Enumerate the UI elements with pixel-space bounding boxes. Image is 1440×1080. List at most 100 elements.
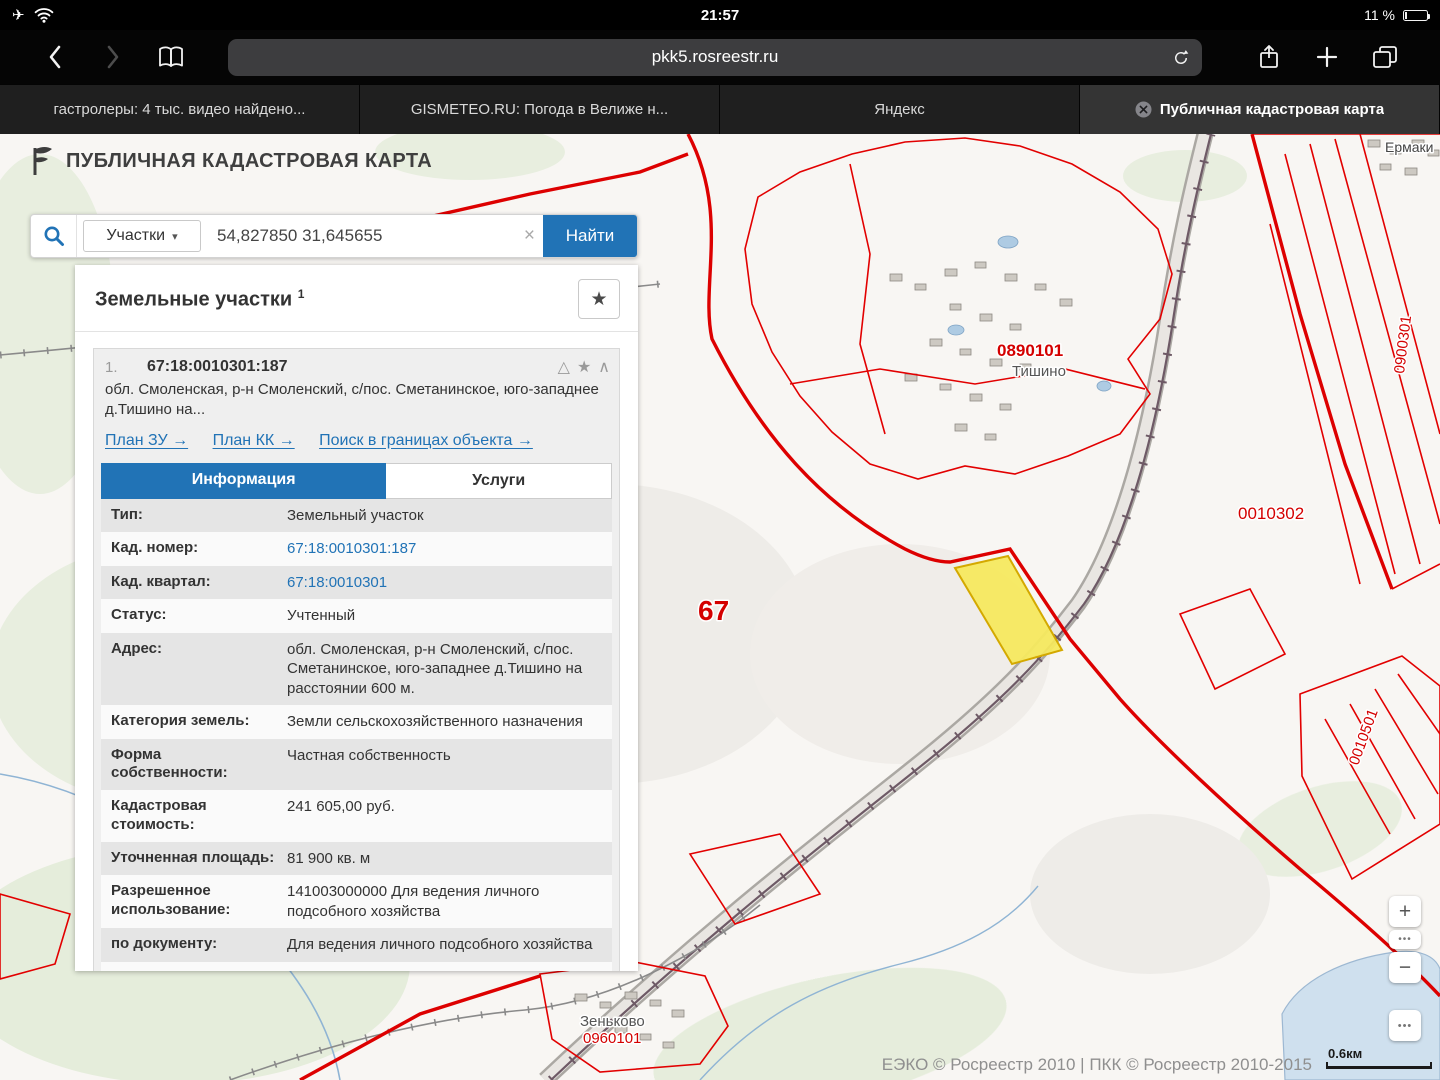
result-card-head: 1. 67:18:0010301:187 △ ★ ∧	[101, 357, 612, 377]
results-header: Земельные участки 1 ★	[75, 265, 638, 332]
plan-zu-link[interactable]: План ЗУ →	[105, 432, 188, 449]
app-title: ПУБЛИЧНАЯ КАДАСТРОВАЯ КАРТА	[66, 150, 432, 173]
tab-gastrolery[interactable]: гастролеры: 4 тыс. видео найдено...	[0, 84, 360, 134]
cad-quarter-link[interactable]: 67:18:0010301	[283, 566, 612, 600]
info-value: Учтенный	[283, 599, 612, 633]
share-icon	[1258, 44, 1280, 70]
map-label-quarter-0890101: 0890101	[997, 341, 1063, 360]
result-links: План ЗУ → План КК → Поиск в границах объ…	[101, 421, 612, 463]
map-label-village-zenkovo: Зеньково	[580, 1013, 645, 1030]
airplane-mode-icon: ✈	[12, 8, 25, 23]
map-tools-button[interactable]: •••	[1389, 1010, 1421, 1041]
tab-yandex[interactable]: Яндекс	[720, 84, 1080, 134]
info-row-area: Уточненная площадь: 81 900 кв. м	[101, 842, 612, 876]
results-title: Земельные участки 1	[95, 287, 304, 312]
tabs-button[interactable]	[1356, 37, 1414, 77]
info-label: Тип:	[101, 499, 283, 533]
tabs-icon	[1372, 45, 1398, 69]
results-count: 1	[298, 287, 305, 301]
info-value: 241 605,00 руб.	[283, 790, 612, 842]
search-within-object-link[interactable]: Поиск в границах объекта →	[319, 432, 533, 449]
page-content: 0890101 Тишино 0010302 67 0900301 001050…	[0, 134, 1440, 1080]
warning-triangle-icon[interactable]: △	[558, 357, 570, 377]
clear-search-icon[interactable]: ×	[524, 225, 535, 247]
star-icon: ★	[590, 289, 607, 310]
info-row-land-category: Категория земель: Земли сельскохозяйстве…	[101, 705, 612, 739]
map-scale: 0.6км	[1326, 1046, 1432, 1069]
info-value: обл. Смоленская, р-н Смоленский, с/пос. …	[283, 633, 612, 706]
forward-button[interactable]	[84, 37, 142, 77]
tab-information[interactable]: Информация	[101, 463, 386, 499]
bookmarks-button[interactable]	[142, 37, 200, 77]
wifi-icon	[33, 7, 55, 23]
search-input[interactable]	[207, 215, 543, 257]
info-label: по документу:	[101, 928, 283, 962]
rosreestr-logo-icon	[30, 146, 56, 176]
search-category-dropdown[interactable]: Участки ▾	[83, 220, 201, 252]
status-bar: ✈ 21:57 11 %	[0, 0, 1440, 30]
share-button[interactable]	[1240, 37, 1298, 77]
search-category-label: Участки	[106, 227, 165, 245]
cad-number-link[interactable]: 67:18:0010301:187	[283, 532, 612, 566]
tab-services[interactable]: Услуги	[386, 463, 612, 499]
info-label: Кадастровая стоимость:	[101, 790, 283, 842]
find-button[interactable]: Найти	[543, 215, 637, 257]
info-value: Для ведения личного подсобного хозяйства	[283, 928, 612, 962]
info-label: Статус:	[101, 599, 283, 633]
info-label: Категория земель:	[101, 705, 283, 739]
info-label: Форма собственности:	[101, 739, 283, 791]
book-icon	[158, 46, 184, 68]
new-tab-button[interactable]	[1298, 37, 1356, 77]
result-index: 1.	[101, 357, 147, 376]
zoom-in-button[interactable]: +	[1389, 896, 1421, 927]
status-right: 11 %	[1208, 7, 1428, 23]
info-label: Кад. квартал:	[101, 566, 283, 600]
favorites-button[interactable]: ★	[578, 279, 620, 319]
info-row-cadastral-value: Кадастровая стоимость: 241 605,00 руб.	[101, 790, 612, 842]
plus-icon	[1316, 46, 1338, 68]
info-label: Разрешенное использование:	[101, 875, 283, 928]
collapse-chevron-icon[interactable]: ∧	[598, 357, 610, 377]
back-button[interactable]	[26, 37, 84, 77]
result-card[interactable]: 1. 67:18:0010301:187 △ ★ ∧ обл. Смоленск…	[93, 348, 620, 971]
ipad-screen: ✈ 21:57 11 %	[0, 0, 1440, 1080]
info-row-status: Статус: Учтенный	[101, 599, 612, 633]
tab-cadastral-map-active[interactable]: Публичная кадастровая карта	[1080, 84, 1440, 134]
tab-label: Публичная кадастровая карта	[1160, 101, 1384, 118]
close-tab-icon[interactable]	[1135, 101, 1152, 118]
tab-gismeteo[interactable]: GISMETEO.RU: Погода в Велиже н...	[360, 84, 720, 134]
info-label: Адрес:	[101, 633, 283, 706]
info-label: Кад. номер:	[101, 532, 283, 566]
reload-button[interactable]	[1166, 43, 1196, 73]
info-row-address: Адрес: обл. Смоленская, р-н Смоленский, …	[101, 633, 612, 706]
info-label: Уточненная площадь:	[101, 842, 283, 876]
result-cadastral-number: 67:18:0010301:187	[147, 357, 558, 376]
results-title-text: Земельные участки	[95, 288, 292, 310]
zoom-options-button[interactable]: •••	[1389, 930, 1421, 949]
plan-kk-link[interactable]: План КК →	[213, 432, 295, 449]
zoom-out-button[interactable]: −	[1389, 952, 1421, 983]
star-icon[interactable]: ★	[577, 357, 591, 377]
app-logo: ПУБЛИЧНАЯ КАДАСТРОВАЯ КАРТА	[30, 146, 432, 176]
result-address: обл. Смоленская, р-н Смоленский, с/пос. …	[101, 377, 612, 421]
info-row-type: Тип: Земельный участок	[101, 499, 612, 533]
info-row-cad-number: Кад. номер: 67:18:0010301:187	[101, 532, 612, 566]
info-row-by-document: по документу: Для ведения личного подсоб…	[101, 928, 612, 962]
chevron-right-icon	[106, 45, 120, 69]
search-input-wrap: ×	[207, 215, 543, 257]
chevron-left-icon	[48, 45, 62, 69]
info-row-permitted-use: Разрешенное использование: 141003000000 …	[101, 875, 612, 928]
map-label-quarter-0960101: 0960101	[583, 1030, 641, 1047]
info-value: Земельный участок	[283, 499, 612, 533]
battery-percent: 11 %	[1364, 7, 1395, 23]
tab-bar: гастролеры: 4 тыс. видео найдено... GISM…	[0, 84, 1440, 134]
result-card-icons: △ ★ ∧	[558, 357, 612, 377]
info-row-cad-quarter: Кад. квартал: 67:18:0010301	[101, 566, 612, 600]
search-icon	[43, 225, 65, 247]
search-button[interactable]	[31, 215, 77, 257]
url-bar[interactable]: pkk5.rosreestr.ru	[228, 39, 1202, 76]
info-value: 81 900 кв. м	[283, 842, 612, 876]
tab-label: гастролеры: 4 тыс. видео найдено...	[54, 101, 306, 118]
scale-bar	[1326, 1062, 1432, 1069]
map-label-quarter-0010302: 0010302	[1238, 504, 1304, 523]
